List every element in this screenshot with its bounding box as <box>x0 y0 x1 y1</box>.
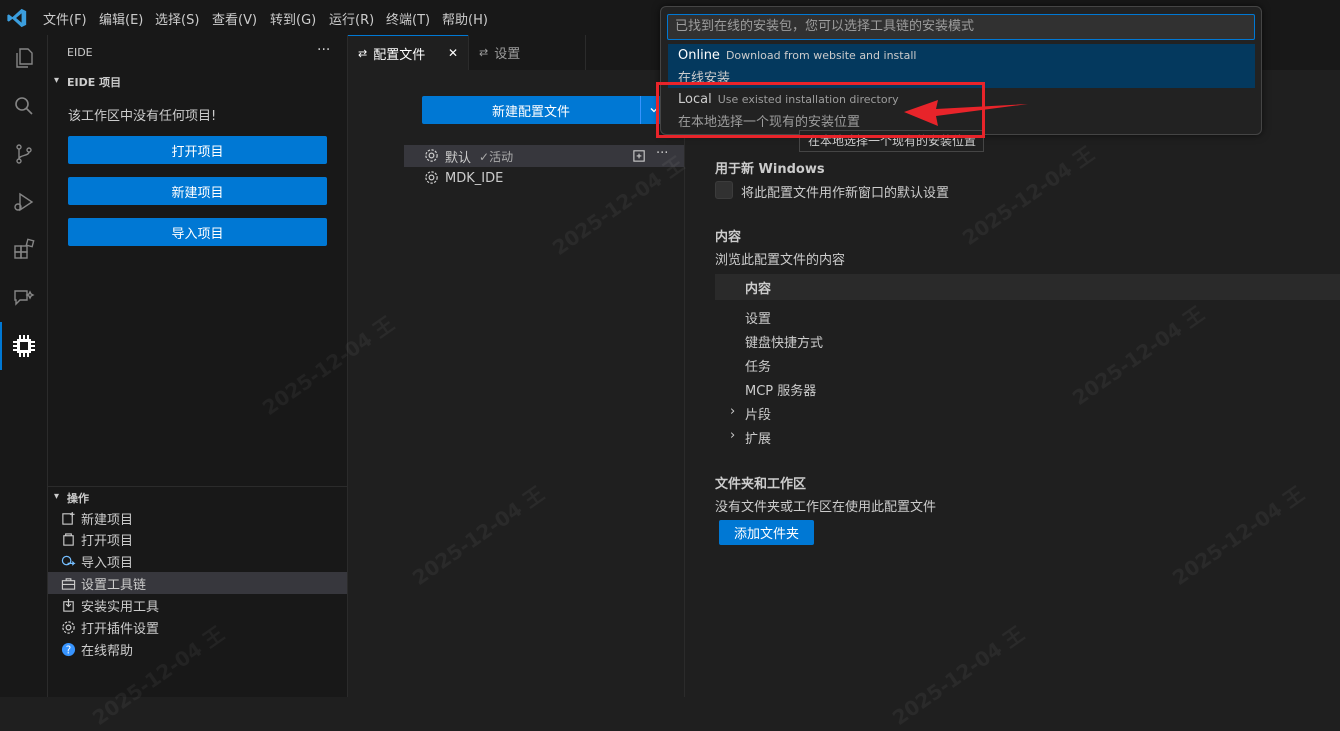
add-folder-button[interactable]: 添加文件夹 <box>719 520 814 545</box>
chevron-right-icon[interactable]: › <box>730 404 735 419</box>
contents-item-extensions[interactable]: 扩展 <box>745 428 771 447</box>
section-divider <box>48 486 347 487</box>
source-control-icon[interactable] <box>8 138 40 170</box>
toolbox-icon <box>60 575 76 591</box>
chevron-down-icon[interactable]: ▾ <box>54 75 59 86</box>
chevron-right-icon[interactable]: › <box>730 428 735 443</box>
actions-section-header[interactable]: 操作 <box>67 490 89 506</box>
settings-tab-icon: ⇄ <box>479 46 489 59</box>
default-profile-checkbox-label: 将此配置文件用作新窗口的默认设置 <box>741 186 950 201</box>
vscode-logo-icon <box>7 8 27 28</box>
menu-view[interactable]: 查看(V) <box>212 9 257 28</box>
action-open-project[interactable]: 打开项目 <box>48 528 347 550</box>
contents-table-header <box>715 274 1340 300</box>
contents-item-tasks[interactable]: 任务 <box>745 356 771 375</box>
help-icon: ? <box>60 641 76 657</box>
profile-row-default[interactable]: 默认 ✓活动 ··· <box>404 145 684 167</box>
sidebar-title: EIDE <box>67 46 93 59</box>
new-windows-header: 用于新 Windows <box>715 162 825 177</box>
contents-description: 浏览此配置文件的内容 <box>715 253 846 268</box>
contents-item-settings[interactable]: 设置 <box>745 308 771 327</box>
chat-icon[interactable] <box>8 282 40 314</box>
menu-go[interactable]: 转到(G) <box>270 9 316 28</box>
folders-description: 没有文件夹或工作区在使用此配置文件 <box>715 500 937 515</box>
menu-run[interactable]: 运行(R) <box>329 9 374 28</box>
action-new-project[interactable]: 新建项目 <box>48 507 347 529</box>
tab-profiles[interactable]: ⇄ 配置文件 ✕ <box>348 35 468 70</box>
project-section-header[interactable]: EIDE 项目 <box>67 74 121 90</box>
gear-icon <box>60 619 76 635</box>
explorer-icon[interactable] <box>8 42 40 74</box>
menu-selection[interactable]: 选择(S) <box>155 9 199 28</box>
active-badge: ✓活动 <box>479 149 514 164</box>
online-description: Download from website and install <box>725 49 917 62</box>
run-debug-icon[interactable] <box>8 186 40 218</box>
svg-text:?: ? <box>65 644 70 656</box>
contents-header: 内容 <box>715 230 742 245</box>
active-indicator <box>0 322 2 370</box>
action-import-project[interactable]: 导入项目 <box>48 550 347 572</box>
menu-help[interactable]: 帮助(H) <box>442 9 488 28</box>
menu-terminal[interactable]: 终端(T) <box>386 9 430 28</box>
open-project-button[interactable]: 打开项目 <box>68 136 327 164</box>
online-label: Online <box>678 48 720 63</box>
tab-settings[interactable]: ⇄ 设置 <box>468 35 586 70</box>
contents-item-keybindings[interactable]: 键盘快捷方式 <box>745 332 823 351</box>
close-icon[interactable]: ✕ <box>448 46 458 60</box>
sidebar-more-button[interactable]: ··· <box>317 42 330 58</box>
import-project-icon <box>60 553 76 569</box>
eide-chip-icon[interactable] <box>8 330 40 362</box>
search-icon[interactable] <box>8 90 40 122</box>
install-tools-icon <box>60 597 76 613</box>
gear-icon <box>424 148 440 164</box>
menu-edit[interactable]: 编辑(E) <box>99 9 143 28</box>
new-profile-button[interactable]: 新建配置文件 <box>422 96 666 124</box>
activity-bar <box>0 35 48 697</box>
contents-item-snippets[interactable]: 片段 <box>745 404 771 423</box>
gear-icon <box>424 170 440 186</box>
new-project-button[interactable]: 新建项目 <box>68 177 327 205</box>
annotation-arrow-icon <box>904 100 1028 126</box>
quick-pick-input[interactable]: 已找到在线的安装包，您可以选择工具链的安装模式 <box>667 14 1255 40</box>
chevron-down-icon[interactable]: ▾ <box>54 491 59 502</box>
extensions-icon[interactable] <box>8 234 40 266</box>
folders-header: 文件夹和工作区 <box>715 477 807 492</box>
default-profile-checkbox[interactable] <box>715 181 733 199</box>
open-project-icon <box>60 531 76 547</box>
contents-item-mcp[interactable]: MCP 服务器 <box>745 380 816 399</box>
action-install-tools[interactable]: 安装实用工具 <box>48 594 347 616</box>
menu-file[interactable]: 文件(F) <box>43 9 87 28</box>
new-window-icon[interactable] <box>632 148 647 167</box>
new-project-icon <box>60 510 76 526</box>
profiles-icon: ⇄ <box>358 46 368 60</box>
action-setup-toolchain[interactable]: 设置工具链 <box>48 572 347 594</box>
import-project-button[interactable]: 导入项目 <box>68 218 327 246</box>
empty-workspace-message: 该工作区中没有任何项目! <box>68 109 217 124</box>
contents-table-header-label: 内容 <box>745 282 772 297</box>
